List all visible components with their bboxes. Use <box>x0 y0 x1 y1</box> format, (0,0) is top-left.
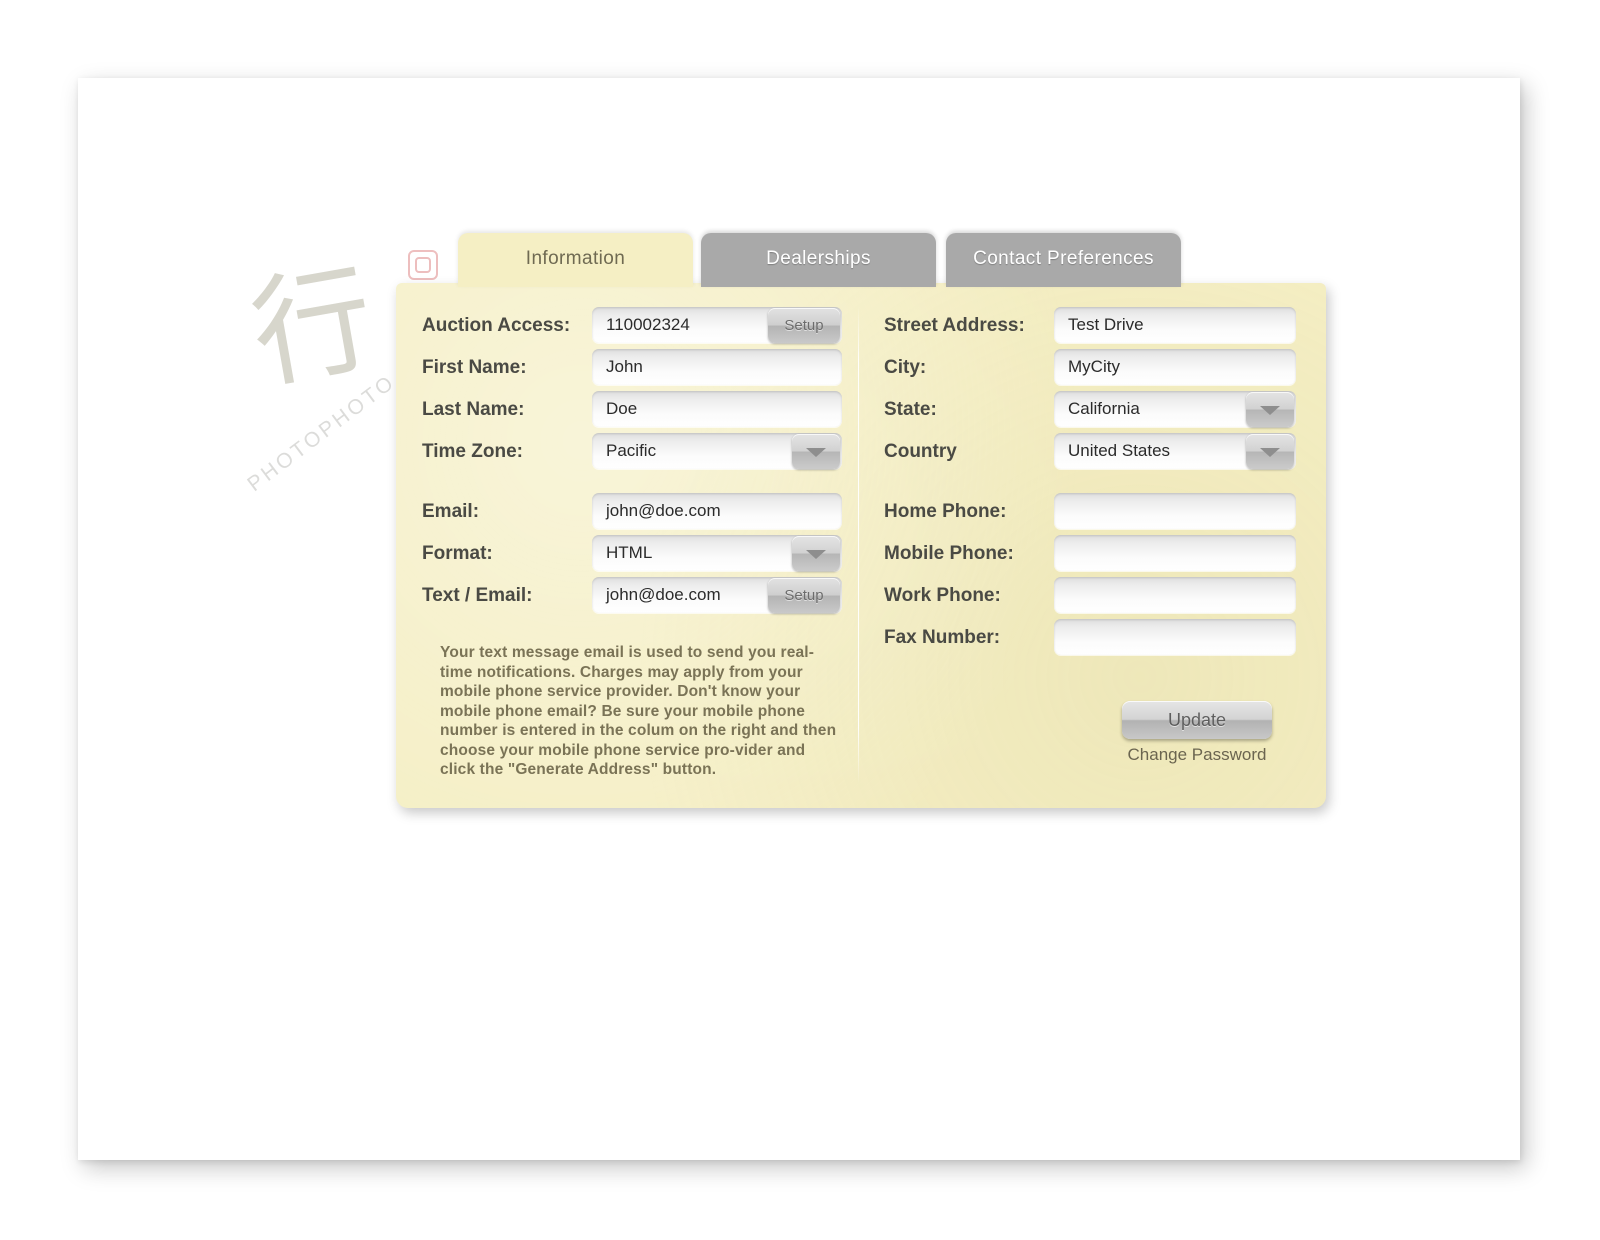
tab-information[interactable]: Information <box>458 233 693 287</box>
field-row-auction-access: Auction Access: 110002324 Setup <box>422 305 852 347</box>
field-row-country: Country United States <box>884 431 1304 473</box>
change-password-link[interactable]: Change Password <box>1122 745 1272 765</box>
chevron-down-icon[interactable] <box>792 434 840 469</box>
home-phone-control <box>1054 493 1296 529</box>
state-control: California <box>1054 391 1296 427</box>
field-row-street-address: Street Address: Test Drive <box>884 305 1304 347</box>
left-column: Auction Access: 110002324 Setup First Na… <box>422 305 852 617</box>
column-divider <box>858 305 859 785</box>
email-input[interactable]: john@doe.com <box>592 493 842 529</box>
auction-access-setup-button[interactable]: Setup <box>768 308 840 343</box>
update-button[interactable]: Update <box>1122 701 1272 739</box>
field-row-home-phone: Home Phone: <box>884 491 1304 533</box>
field-row-format: Format: HTML <box>422 533 852 575</box>
chevron-down-icon[interactable] <box>792 536 840 571</box>
label-country: Country <box>884 441 957 462</box>
city-control: MyCity <box>1054 349 1296 385</box>
field-row-work-phone: Work Phone: <box>884 575 1304 617</box>
text-email-setup-button[interactable]: Setup <box>768 578 840 613</box>
field-row-first-name: First Name: John <box>422 347 852 389</box>
field-row-city: City: MyCity <box>884 347 1304 389</box>
tab-bar: Information Dealerships Contact Preferen… <box>396 233 1326 287</box>
field-row-text-email: Text / Email: john@doe.com Setup <box>422 575 852 617</box>
page-card: 行 行 PHOTOPHOTO.CN PHOTOPHOTO.CN Informat… <box>78 78 1520 1160</box>
work-phone-input[interactable] <box>1054 577 1296 613</box>
group-spacer-right <box>884 473 1304 491</box>
label-city: City: <box>884 357 927 378</box>
street-address-input[interactable]: Test Drive <box>1054 307 1296 343</box>
label-format: Format: <box>422 543 493 564</box>
information-panel: Auction Access: 110002324 Setup First Na… <box>396 283 1326 808</box>
label-mobile-phone: Mobile Phone: <box>884 543 1014 564</box>
label-first-name: First Name: <box>422 357 527 378</box>
label-home-phone: Home Phone: <box>884 501 1007 522</box>
country-control: United States <box>1054 433 1296 469</box>
label-work-phone: Work Phone: <box>884 585 1001 606</box>
auction-access-control: 110002324 Setup <box>592 307 842 343</box>
label-fax-number: Fax Number: <box>884 627 1001 648</box>
label-email: Email: <box>422 501 480 522</box>
watermark-glyph-left: 行 <box>241 248 388 407</box>
screen: 行 行 PHOTOPHOTO.CN PHOTOPHOTO.CN Informat… <box>0 0 1600 1240</box>
label-state: State: <box>884 399 937 420</box>
time-zone-control: Pacific <box>592 433 842 469</box>
label-text-email: Text / Email: <box>422 585 533 606</box>
email-control: john@doe.com <box>592 493 842 529</box>
field-row-state: State: California <box>884 389 1304 431</box>
group-spacer-left <box>422 473 852 491</box>
first-name-input[interactable]: John <box>592 349 842 385</box>
label-last-name: Last Name: <box>422 399 525 420</box>
last-name-input[interactable]: Doe <box>592 391 842 427</box>
chevron-down-icon[interactable] <box>1246 434 1294 469</box>
format-control: HTML <box>592 535 842 571</box>
street-address-control: Test Drive <box>1054 307 1296 343</box>
tab-dealerships[interactable]: Dealerships <box>701 233 936 287</box>
field-row-email: Email: john@doe.com <box>422 491 852 533</box>
tab-contact-preferences[interactable]: Contact Preferences <box>946 233 1181 287</box>
home-phone-input[interactable] <box>1054 493 1296 529</box>
text-message-help-text: Your text message email is used to send … <box>440 644 837 778</box>
field-row-mobile-phone: Mobile Phone: <box>884 533 1304 575</box>
chevron-down-icon[interactable] <box>1246 392 1294 427</box>
mobile-phone-control <box>1054 535 1296 571</box>
fax-number-input[interactable] <box>1054 619 1296 655</box>
label-street-address: Street Address: <box>884 315 1025 336</box>
text-email-control: john@doe.com Setup <box>592 577 842 613</box>
right-column: Street Address: Test Drive City: MyCity … <box>884 305 1304 659</box>
mobile-phone-input[interactable] <box>1054 535 1296 571</box>
last-name-control: Doe <box>592 391 842 427</box>
fax-number-control <box>1054 619 1296 655</box>
first-name-control: John <box>592 349 842 385</box>
label-time-zone: Time Zone: <box>422 441 523 462</box>
city-input[interactable]: MyCity <box>1054 349 1296 385</box>
field-row-last-name: Last Name: Doe <box>422 389 852 431</box>
work-phone-control <box>1054 577 1296 613</box>
label-auction-access: Auction Access: <box>422 315 571 336</box>
field-row-time-zone: Time Zone: Pacific <box>422 431 852 473</box>
field-row-fax-number: Fax Number: <box>884 617 1304 659</box>
